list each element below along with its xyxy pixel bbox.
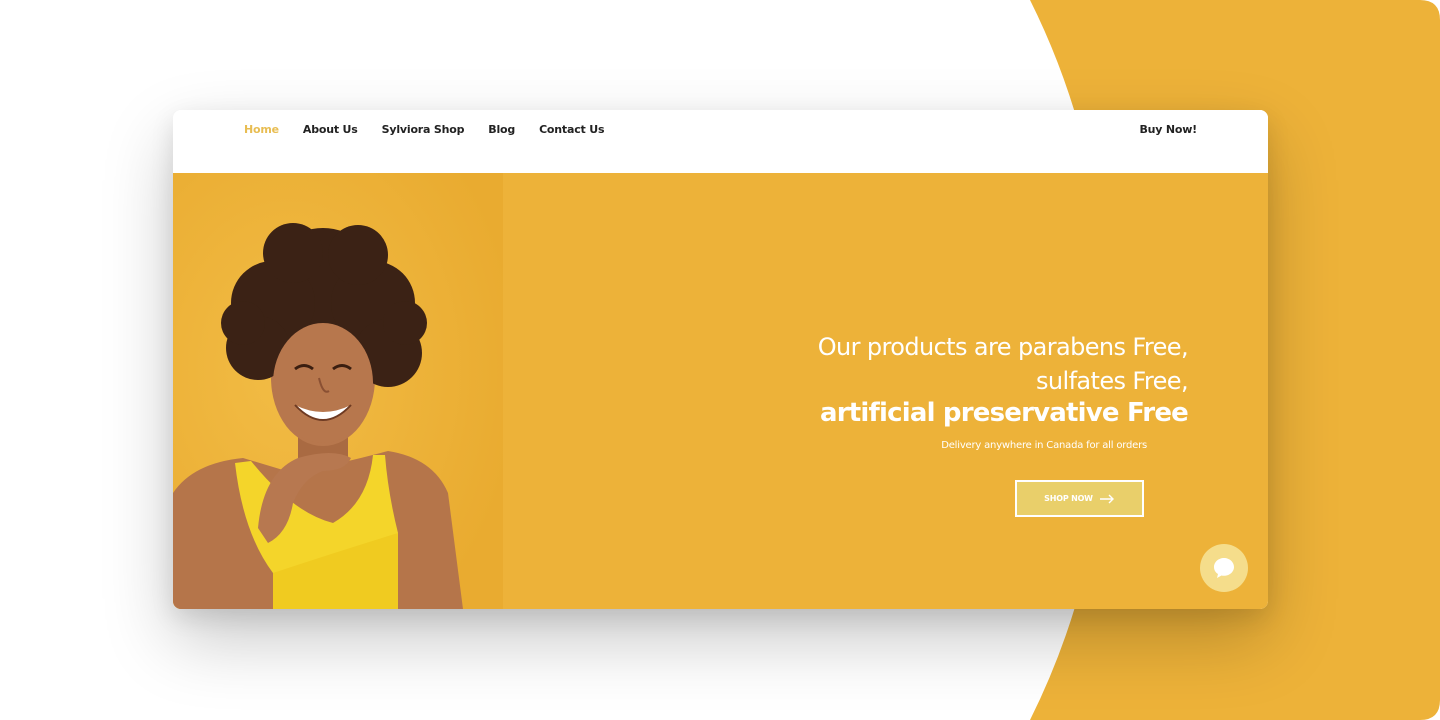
shop-now-button[interactable]: SHOP NOW — [1015, 480, 1144, 517]
headline-line-2: sulfates Free, — [1035, 367, 1189, 395]
nav-item-about-us[interactable]: About Us — [303, 123, 358, 136]
shop-now-label: SHOP NOW — [1044, 494, 1093, 503]
top-navbar: Home About Us Sylviora Shop Blog Contact… — [173, 110, 1268, 174]
hero-banner: Our products are parabens Free, sulfates… — [173, 173, 1268, 609]
nav-menu: Home About Us Sylviora Shop Blog Contact… — [244, 123, 604, 136]
headline-line-1: Our products are parabens Free, — [817, 333, 1189, 361]
nav-item-home[interactable]: Home — [244, 123, 279, 136]
buy-now-link[interactable]: Buy Now! — [1139, 123, 1197, 136]
nav-item-blog[interactable]: Blog — [488, 123, 515, 136]
chat-widget-button[interactable] — [1200, 544, 1248, 592]
browser-window: Home About Us Sylviora Shop Blog Contact… — [173, 110, 1268, 609]
smiling-woman-photo — [173, 173, 503, 609]
nav-item-shop[interactable]: Sylviora Shop — [382, 123, 465, 136]
headline-line-3: artificial preservative Free — [819, 398, 1189, 428]
hero-subtitle: Delivery anywhere in Canada for all orde… — [941, 440, 1147, 451]
chat-bubble-icon — [1214, 558, 1234, 578]
screenshot-stage: Home About Us Sylviora Shop Blog Contact… — [0, 0, 1440, 720]
hero-headline: Our products are parabens Free, sulfates… — [817, 330, 1189, 428]
arrow-right-icon — [1099, 494, 1114, 503]
nav-item-contact-us[interactable]: Contact Us — [539, 123, 604, 136]
